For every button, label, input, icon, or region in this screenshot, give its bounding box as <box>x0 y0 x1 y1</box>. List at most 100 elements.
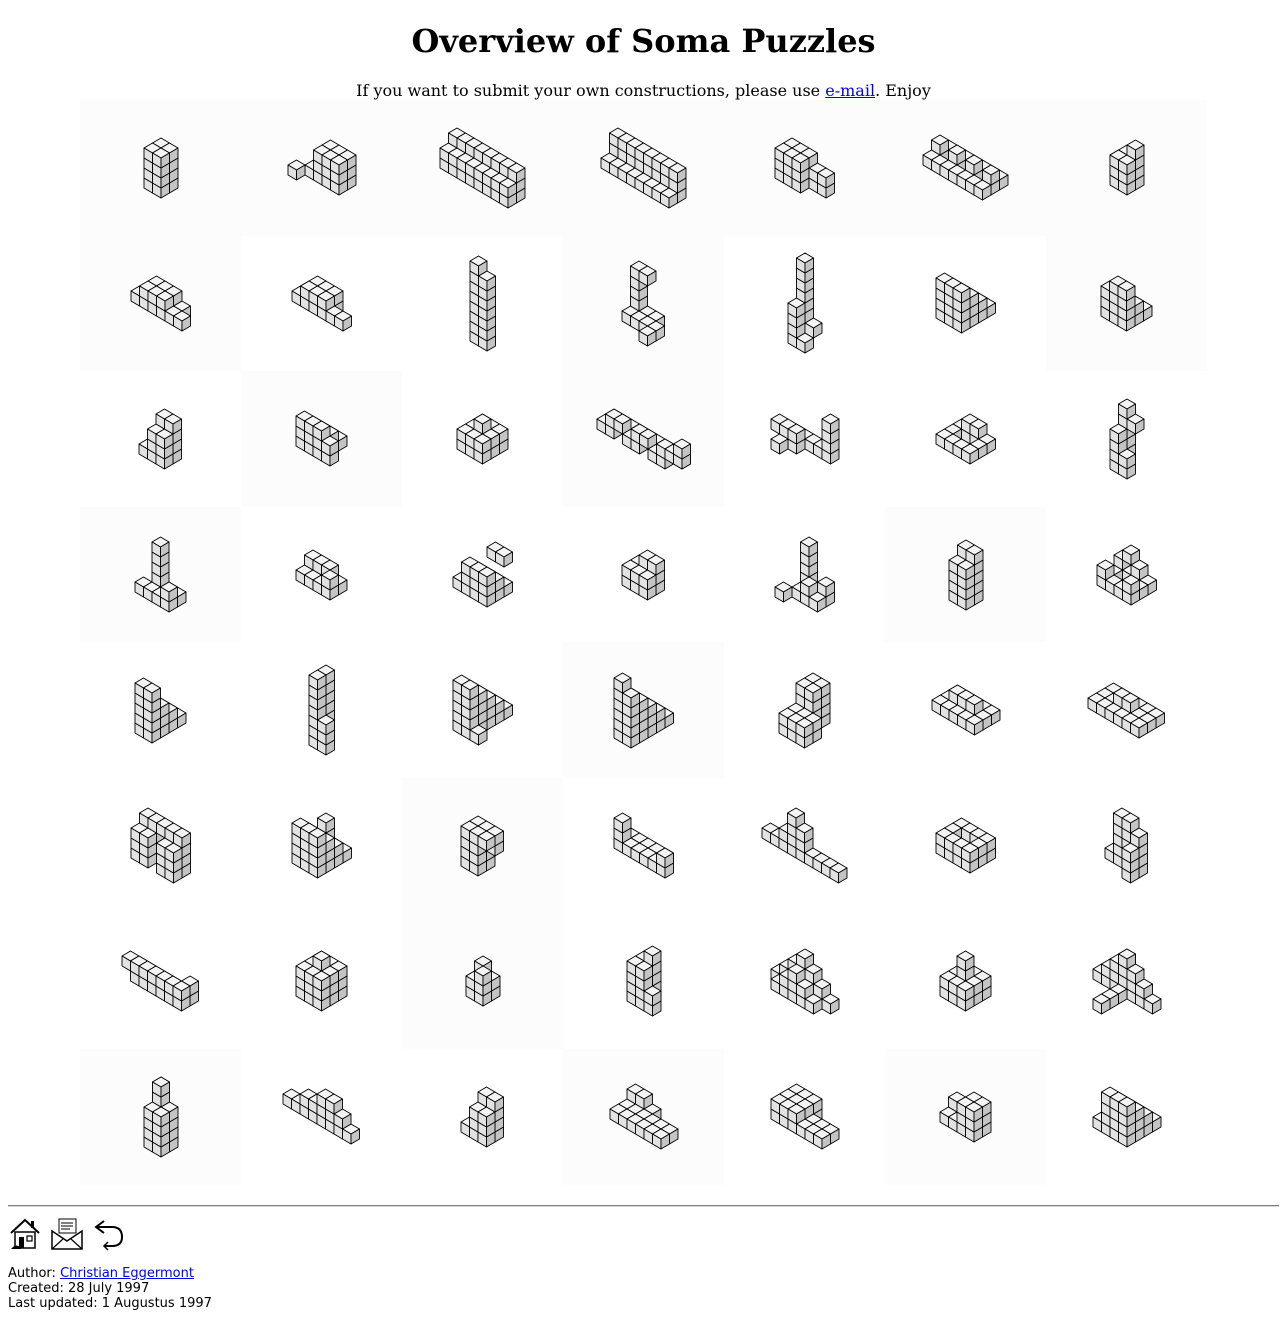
soma-puzzle-image <box>143 137 178 199</box>
soma-puzzle-image <box>130 807 191 884</box>
soma-puzzle-image <box>1092 1086 1161 1148</box>
footer: Author: Christian Eggermont Created: 28 … <box>8 1266 212 1311</box>
intro-text-before: If you want to submit your own construct… <box>356 81 826 100</box>
soma-puzzle-image <box>761 807 848 884</box>
soma-puzzle-image <box>948 539 983 611</box>
soma-puzzle-image <box>935 413 996 465</box>
soma-puzzle-image <box>774 536 835 613</box>
puzzle-cell <box>1046 507 1207 643</box>
puzzle-cell <box>563 1049 724 1185</box>
author-link[interactable]: Christian Eggermont <box>60 1266 194 1281</box>
soma-puzzle-image <box>770 413 839 465</box>
email-link[interactable]: e-mail <box>825 81 875 100</box>
soma-puzzle-image <box>295 549 348 601</box>
soma-puzzle-image <box>452 674 513 746</box>
soma-puzzle-image <box>287 139 356 196</box>
puzzle-cell <box>563 642 724 778</box>
puzzle-cell <box>241 914 402 1050</box>
created-date: Created: 28 July 1997 <box>8 1281 150 1296</box>
soma-puzzle-image <box>295 950 348 1012</box>
soma-puzzle-image <box>613 672 674 749</box>
puzzle-cell <box>724 778 885 914</box>
puzzle-cell <box>885 371 1046 507</box>
puzzle-cell <box>402 236 563 372</box>
soma-puzzle-image <box>1100 275 1153 332</box>
soma-puzzle-image <box>130 275 191 332</box>
puzzle-cell <box>241 642 402 778</box>
puzzle-cell <box>724 236 885 372</box>
soma-puzzle-image <box>596 408 691 470</box>
soma-puzzle-image <box>452 541 513 608</box>
home-icon[interactable] <box>8 1215 42 1251</box>
soma-puzzle-image <box>291 812 352 879</box>
soma-puzzle-image <box>787 252 822 354</box>
puzzle-cell <box>402 642 563 778</box>
soma-puzzle-image <box>134 677 187 744</box>
puzzle-cell <box>563 235 724 372</box>
soma-puzzle-image <box>922 134 1009 201</box>
soma-puzzle-image <box>935 817 996 874</box>
soma-puzzle-image <box>1104 807 1149 884</box>
soma-puzzle-image <box>621 549 666 601</box>
puzzle-cell <box>563 507 724 643</box>
puzzle-cell <box>563 100 724 236</box>
soma-puzzle-image <box>613 812 674 879</box>
soma-puzzle-image <box>939 1091 992 1143</box>
puzzle-cell <box>1046 914 1207 1050</box>
puzzle-cell <box>80 642 241 778</box>
soma-puzzle-image <box>456 413 509 465</box>
intro-text: If you want to submit your own construct… <box>0 80 1287 102</box>
puzzle-cell <box>724 914 885 1050</box>
soma-puzzle-image <box>1087 682 1166 739</box>
puzzle-cell <box>885 236 1046 372</box>
soma-puzzle-image <box>121 950 200 1012</box>
puzzle-cell <box>80 914 241 1050</box>
puzzle-cell <box>402 507 563 643</box>
soma-puzzle-image <box>143 1076 178 1158</box>
puzzle-cell <box>724 1049 885 1185</box>
puzzle-cell <box>724 507 885 643</box>
puzzle-cell <box>885 778 1046 914</box>
puzzle-cell <box>1046 778 1207 914</box>
back-icon[interactable] <box>92 1215 126 1251</box>
puzzle-cell <box>80 100 241 236</box>
soma-puzzle-image <box>770 1084 839 1150</box>
puzzle-cell <box>1046 235 1207 372</box>
soma-puzzle-image <box>460 1086 505 1148</box>
puzzle-cell <box>80 235 241 372</box>
puzzle-cell <box>885 914 1046 1050</box>
soma-puzzle-image <box>1109 139 1144 196</box>
soma-puzzle-image <box>600 127 687 209</box>
soma-puzzle-image <box>282 1089 361 1145</box>
puzzle-cell <box>563 914 724 1050</box>
puzzle-cell <box>402 371 563 507</box>
soma-puzzle-image <box>291 275 352 332</box>
puzzle-cell <box>1046 371 1207 507</box>
mail-icon[interactable] <box>50 1215 84 1251</box>
soma-puzzle-image <box>931 684 1000 736</box>
soma-puzzle-image <box>308 664 335 756</box>
puzzle-cell <box>80 1049 241 1185</box>
puzzle-cell <box>402 777 563 914</box>
puzzle-cell <box>402 1049 563 1185</box>
puzzle-cell <box>724 642 885 778</box>
soma-puzzle-image <box>621 260 666 347</box>
nav-icons <box>8 1215 126 1251</box>
soma-puzzle-image <box>134 536 187 613</box>
puzzle-cell <box>241 100 402 236</box>
soma-puzzle-image <box>1096 544 1157 606</box>
puzzle-cell <box>241 371 402 507</box>
soma-puzzle-image <box>469 255 496 352</box>
puzzle-cell <box>1046 1049 1207 1185</box>
last-updated-date: Last updated: 1 Augustus 1997 <box>8 1296 212 1311</box>
soma-puzzle-image <box>939 950 992 1012</box>
puzzle-cell <box>724 371 885 507</box>
puzzle-cell <box>563 371 724 507</box>
puzzle-cell <box>402 913 563 1050</box>
puzzle-cell <box>885 642 1046 778</box>
soma-puzzle-image <box>626 945 661 1017</box>
puzzle-cell <box>241 1049 402 1185</box>
author-line: Author: Christian Eggermont <box>8 1266 212 1281</box>
puzzle-cell <box>80 371 241 507</box>
author-label: Author: <box>8 1266 61 1281</box>
